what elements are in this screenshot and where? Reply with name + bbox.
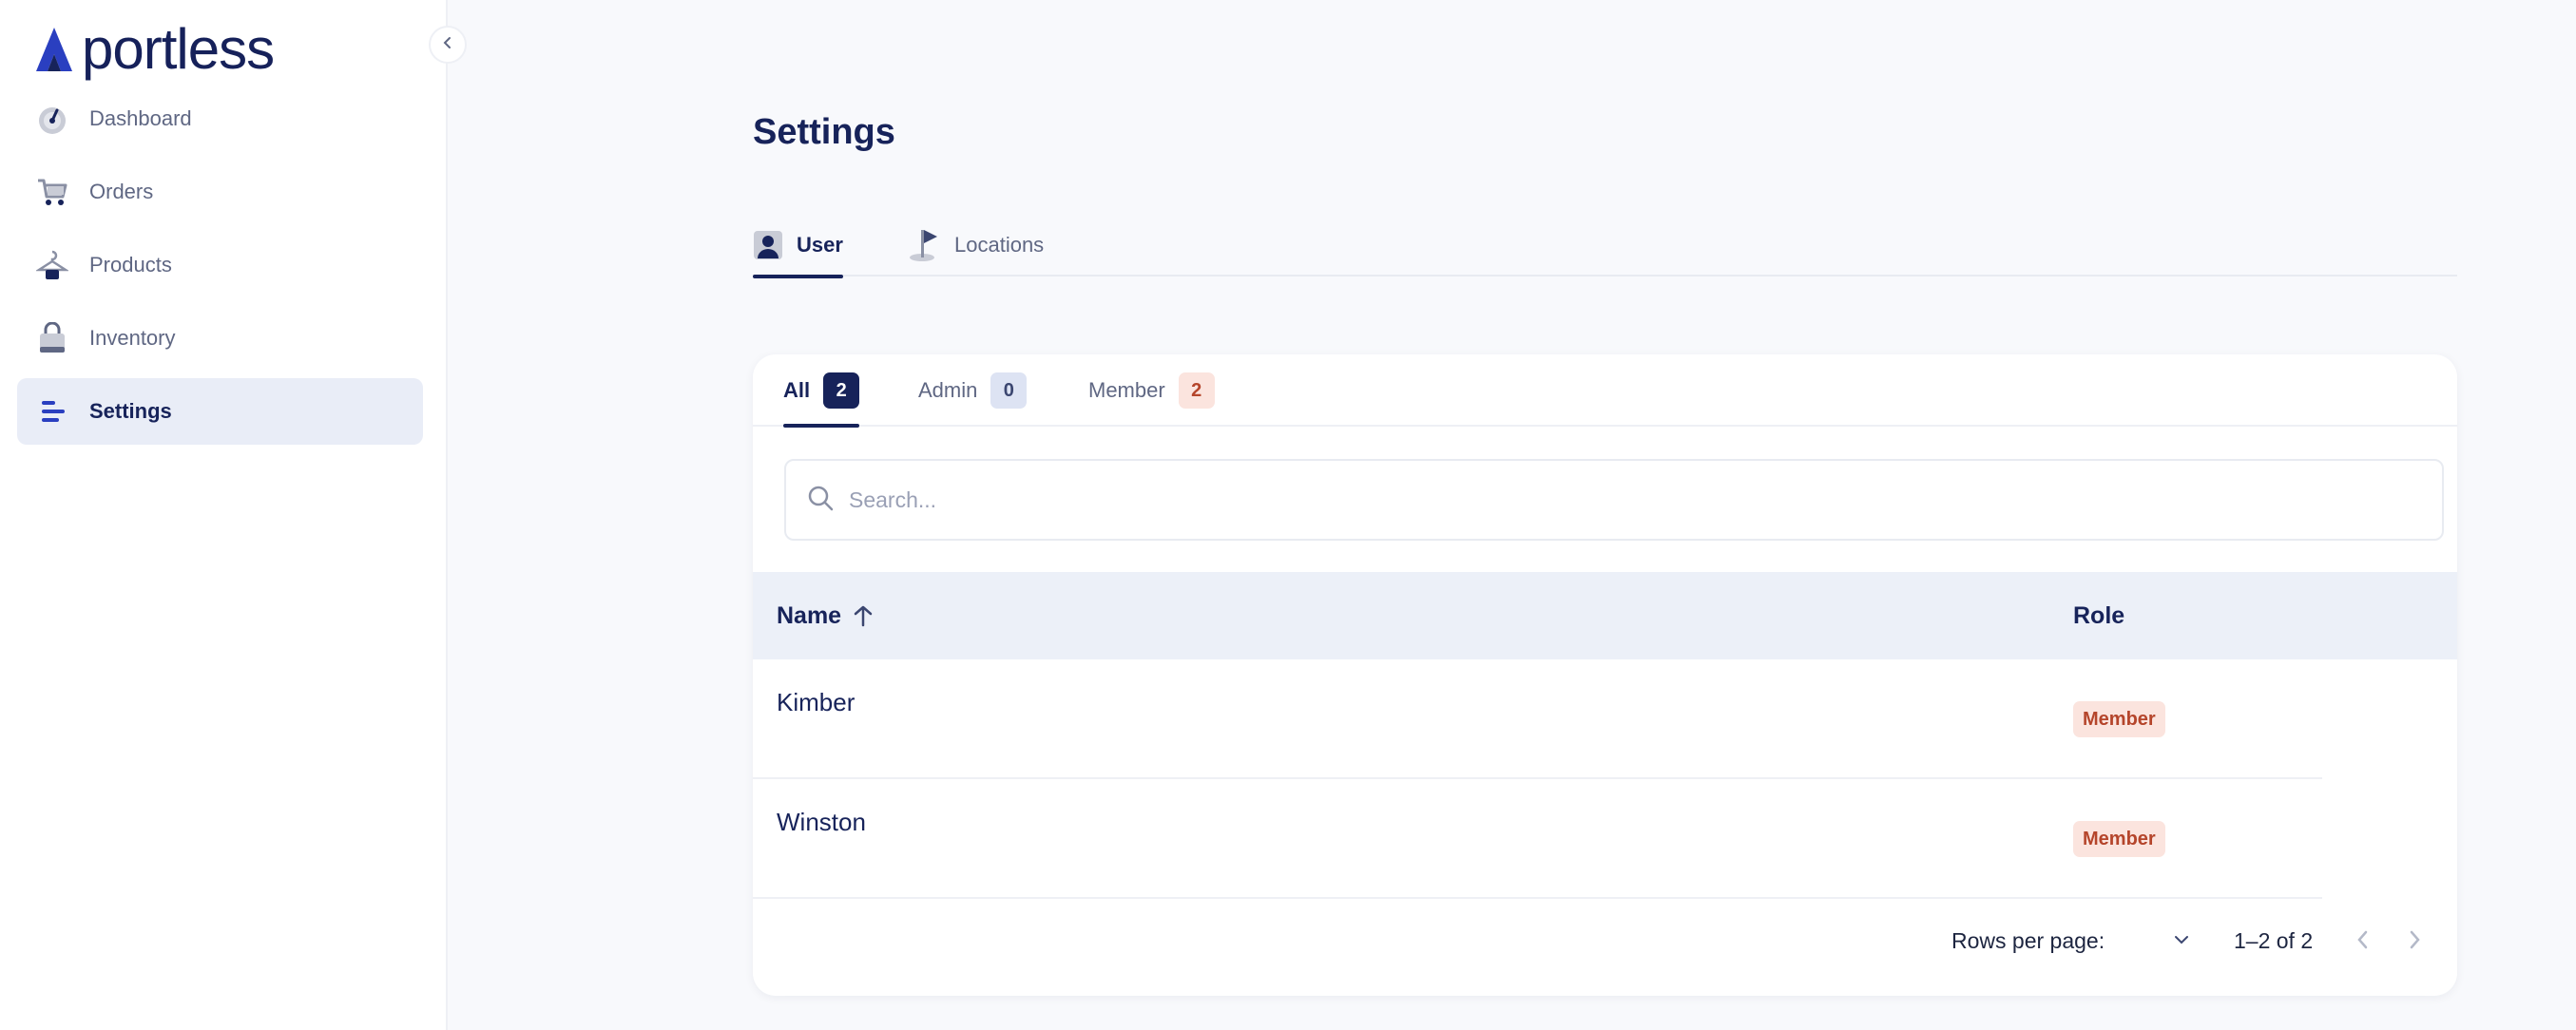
sidebar: portless Dashboard Orders Products Inven…: [0, 0, 448, 1030]
column-header-name[interactable]: Name: [777, 572, 874, 659]
user-name: Winston: [777, 808, 866, 836]
table-row[interactable]: Kimber Member: [753, 659, 2322, 779]
search-box: [784, 459, 2444, 541]
next-page-button[interactable]: [2397, 925, 2432, 959]
sidebar-item-label: Settings: [89, 399, 172, 423]
filter-label: Member: [1088, 378, 1165, 402]
chevron-left-icon: [441, 36, 454, 54]
brand-logo[interactable]: portless: [34, 17, 275, 81]
sidebar-item-label: Inventory: [89, 326, 176, 350]
sidebar-item-products[interactable]: Products: [17, 232, 423, 298]
table-header: Name Role: [753, 572, 2457, 659]
user-name: Kimber: [777, 688, 855, 716]
count-badge: 2: [823, 372, 860, 409]
filter-tab-admin[interactable]: Admin 0: [918, 354, 1028, 427]
tab-locations[interactable]: Locations: [909, 214, 1044, 277]
role-badge: Member: [2073, 701, 2165, 737]
role-filter-tabs: All 2 Admin 0 Member 2: [753, 354, 2457, 428]
role-badge: Member: [2073, 821, 2165, 857]
chevron-left-icon: [2355, 929, 2371, 955]
sidebar-nav: Dashboard Orders Products Inventory Sett…: [17, 86, 423, 451]
bag-icon: [36, 322, 68, 354]
arrow-up-icon: [853, 604, 874, 627]
sidebar-item-label: Orders: [89, 180, 154, 203]
cart-icon: [36, 176, 68, 208]
portless-logo-icon: [36, 28, 72, 71]
sidebar-item-orders[interactable]: Orders: [17, 159, 423, 225]
filter-label: Admin: [918, 378, 978, 402]
tab-label: Locations: [954, 233, 1045, 257]
brand-name: portless: [82, 17, 275, 81]
filter-tab-member[interactable]: Member 2: [1088, 354, 1215, 427]
search-icon: [807, 485, 834, 516]
tab-label: User: [797, 233, 843, 257]
user-icon: [753, 230, 783, 260]
users-card: All 2 Admin 0 Member 2 Name Role Kimber: [753, 354, 2457, 996]
page-range: 1–2 of 2: [2234, 928, 2314, 953]
rows-per-page-select[interactable]: [2143, 925, 2191, 959]
chevron-right-icon: [2407, 929, 2422, 955]
settings-lines-icon: [36, 395, 68, 428]
hanger-icon: [36, 249, 68, 281]
previous-page-button[interactable]: [2346, 925, 2380, 959]
count-badge: 2: [1178, 372, 1215, 409]
column-label: Role: [2073, 601, 2125, 629]
rows-per-page-label: Rows per page:: [1951, 928, 2105, 953]
count-badge: 0: [990, 372, 1028, 409]
search-input[interactable]: [849, 486, 2370, 513]
page-title: Settings: [753, 112, 895, 152]
column-label: Name: [777, 601, 842, 629]
table-row[interactable]: Winston Member: [753, 779, 2322, 899]
gauge-icon: [36, 103, 68, 135]
sidebar-item-dashboard[interactable]: Dashboard: [17, 86, 423, 152]
chevron-down-icon: [2172, 933, 2191, 951]
filter-tab-all[interactable]: All 2: [783, 354, 860, 428]
table-pagination: Rows per page: 1–2 of 2: [753, 913, 2457, 970]
sidebar-item-settings[interactable]: Settings: [17, 378, 423, 445]
sidebar-item-inventory[interactable]: Inventory: [17, 305, 423, 372]
tab-user[interactable]: User: [753, 214, 843, 278]
sidebar-item-label: Dashboard: [89, 106, 192, 130]
column-header-role[interactable]: Role: [2073, 572, 2124, 659]
filter-label: All: [783, 378, 811, 402]
settings-tabs: User Locations: [753, 214, 2457, 278]
flag-icon: [909, 228, 941, 262]
collapse-sidebar-button[interactable]: [429, 26, 467, 64]
sidebar-item-label: Products: [89, 253, 172, 277]
